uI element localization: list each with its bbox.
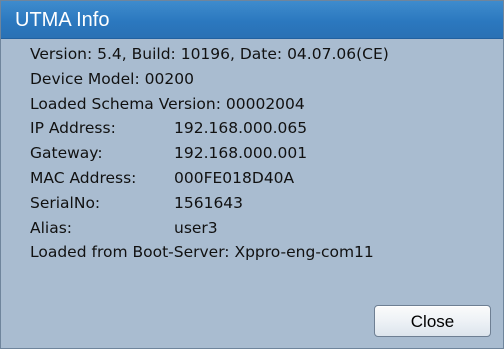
version-text: Version: 5.4, Build: 10196, Date: 04.07.… bbox=[30, 45, 389, 63]
schema-version-text: Loaded Schema Version: 00002004 bbox=[30, 94, 305, 113]
boot-server-row: Loaded from Boot-Server: Xppro-eng-com11 bbox=[30, 240, 495, 265]
version-row: Version: 5.4, Build: 10196, Date: 04.07.… bbox=[30, 42, 495, 67]
mac-address-row: MAC Address: 000FE018D40A bbox=[30, 166, 495, 191]
info-panel: Version: 5.4, Build: 10196, Date: 04.07.… bbox=[30, 42, 495, 265]
serial-number-label: SerialNo: bbox=[30, 193, 101, 212]
close-button[interactable]: Close bbox=[374, 305, 491, 337]
ip-address-row: IP Address: 192.168.000.065 bbox=[30, 116, 495, 141]
device-model-text: Device Model: 00200 bbox=[30, 69, 194, 88]
serial-number-row: SerialNo: 1561643 bbox=[30, 191, 495, 216]
device-model-row: Device Model: 00200 bbox=[30, 67, 495, 92]
ip-address-label: IP Address: bbox=[30, 119, 116, 138]
mac-address-label: MAC Address: bbox=[30, 168, 137, 187]
alias-value: user3 bbox=[174, 218, 218, 237]
gateway-value: 192.168.000.001 bbox=[174, 144, 308, 163]
gateway-label: Gateway: bbox=[30, 144, 103, 163]
schema-version-row: Loaded Schema Version: 00002004 bbox=[30, 92, 495, 117]
dialog-title: UTMA Info bbox=[15, 9, 110, 31]
boot-server-text: Loaded from Boot-Server: Xppro-eng-com11 bbox=[30, 243, 374, 262]
alias-label: Alias: bbox=[30, 218, 73, 237]
ip-address-value: 192.168.000.065 bbox=[174, 119, 308, 138]
gateway-row: Gateway: 192.168.000.001 bbox=[30, 141, 495, 166]
utma-info-dialog: UTMA Info Version: 5.4, Build: 10196, Da… bbox=[0, 0, 504, 349]
mac-address-value: 000FE018D40A bbox=[174, 168, 295, 187]
serial-number-value: 1561643 bbox=[174, 193, 244, 212]
alias-row: Alias: user3 bbox=[30, 216, 495, 241]
title-bar: UTMA Info bbox=[1, 1, 503, 39]
